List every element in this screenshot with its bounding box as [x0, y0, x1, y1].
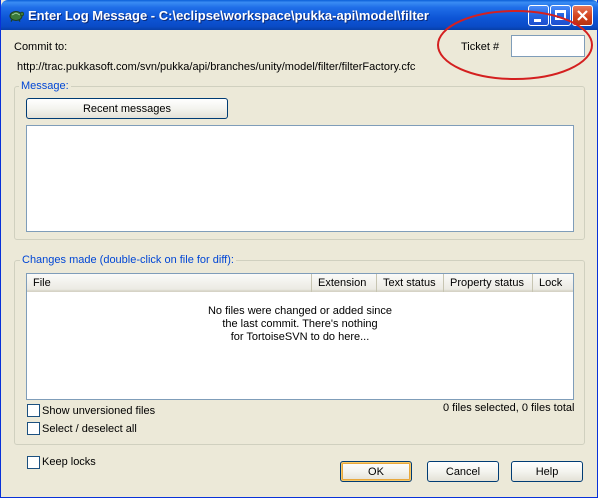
commit-url: http://trac.pukkasoft.com/svn/pukka/api/… — [17, 61, 416, 73]
minimize-icon — [534, 19, 541, 22]
ticket-input[interactable] — [511, 35, 585, 57]
empty-message-line-1: No files were changed or added since — [207, 305, 393, 317]
column-header-text-status[interactable]: Text status — [377, 274, 444, 292]
recent-messages-button[interactable]: Recent messages — [26, 98, 228, 119]
column-header-extension[interactable]: Extension — [312, 274, 377, 292]
ok-button[interactable]: OK — [340, 461, 412, 482]
tortoisesvn-icon — [9, 11, 24, 22]
help-label: Help — [535, 465, 559, 478]
changes-listview[interactable]: File Extension Text status Property stat… — [26, 273, 574, 400]
select-all-label[interactable]: Select / deselect all — [42, 423, 137, 435]
column-header-lock[interactable]: Lock — [533, 274, 575, 292]
cancel-label: Cancel — [445, 465, 481, 478]
ok-label: OK — [368, 465, 384, 478]
recent-messages-label: Recent messages — [82, 102, 172, 115]
ticket-label: Ticket # — [461, 41, 500, 53]
close-icon — [577, 10, 588, 21]
keep-locks-checkbox[interactable] — [27, 456, 40, 469]
minimize-button[interactable] — [528, 5, 549, 26]
column-header-file[interactable]: File — [27, 274, 312, 292]
select-all-checkbox[interactable] — [27, 422, 40, 435]
close-button[interactable] — [572, 5, 593, 26]
message-textarea[interactable] — [26, 125, 574, 232]
listview-header: File Extension Text status Property stat… — [27, 274, 573, 292]
maximize-icon — [555, 10, 566, 20]
show-unversioned-checkbox[interactable] — [27, 404, 40, 417]
dialog-window: Enter Log Message - C:\eclipse\workspace… — [0, 0, 598, 498]
keep-locks-label[interactable]: Keep locks — [42, 456, 96, 468]
empty-message-line-2: the last commit. There's nothing — [222, 318, 378, 330]
cancel-button[interactable]: Cancel — [427, 461, 499, 482]
message-group-title: Message: — [19, 80, 71, 92]
title-bar[interactable]: Enter Log Message - C:\eclipse\workspace… — [1, 0, 598, 30]
window-title: Enter Log Message - C:\eclipse\workspace… — [28, 8, 429, 23]
column-header-property-status[interactable]: Property status — [444, 274, 533, 292]
help-button[interactable]: Help — [511, 461, 583, 482]
files-summary: 0 files selected, 0 files total — [443, 402, 575, 414]
empty-message-line-3: for TortoiseSVN to do here... — [230, 331, 370, 343]
changes-group-title: Changes made (double-click on file for d… — [20, 254, 236, 266]
commit-to-label: Commit to: — [14, 41, 68, 53]
maximize-button[interactable] — [550, 5, 571, 26]
show-unversioned-label[interactable]: Show unversioned files — [42, 405, 155, 417]
